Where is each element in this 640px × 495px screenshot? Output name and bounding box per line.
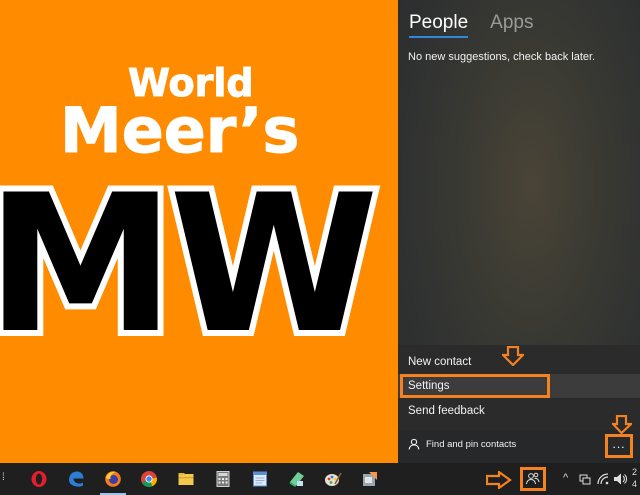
show-hidden-icons-chevron-icon[interactable]: ^ bbox=[563, 472, 568, 484]
chrome-icon[interactable] bbox=[140, 470, 158, 488]
more-options-button[interactable]: ... bbox=[605, 434, 633, 458]
clock-date: 4 bbox=[632, 479, 638, 489]
person-icon bbox=[408, 438, 420, 450]
paint-3d-icon[interactable] bbox=[288, 470, 306, 488]
arrow-down-icon bbox=[502, 346, 524, 366]
find-pin-label: Find and pin contacts bbox=[426, 438, 517, 450]
app-icon[interactable] bbox=[361, 470, 379, 488]
file-explorer-icon[interactable] bbox=[177, 470, 195, 488]
edge-icon[interactable] bbox=[67, 470, 85, 488]
people-icon bbox=[526, 472, 540, 485]
logo-mw-text: MW bbox=[0, 154, 373, 375]
find-pin-contacts[interactable]: Find and pin contacts bbox=[408, 438, 516, 450]
menu-item-send-feedback[interactable]: Send feedback bbox=[398, 399, 640, 423]
network-icon[interactable] bbox=[578, 472, 592, 486]
notepad-icon[interactable] bbox=[251, 470, 269, 488]
people-taskbar-button[interactable] bbox=[520, 467, 546, 491]
settings-highlight-box bbox=[400, 374, 550, 398]
people-tabs: People Apps bbox=[409, 12, 533, 41]
tab-apps[interactable]: Apps bbox=[490, 12, 533, 41]
calculator-icon[interactable] bbox=[214, 470, 232, 488]
meers-world-logo: World Meer’s MW bbox=[0, 61, 385, 382]
taskbar-clock[interactable]: 2 4 bbox=[632, 466, 637, 490]
volume-icon[interactable] bbox=[613, 472, 627, 486]
paint-icon[interactable] bbox=[324, 470, 342, 488]
no-suggestions-message: No new suggestions, check back later. bbox=[408, 51, 596, 63]
tab-people[interactable]: People bbox=[409, 12, 468, 41]
arrow-down-icon bbox=[612, 415, 632, 435]
opera-icon[interactable] bbox=[30, 470, 48, 488]
wifi-icon[interactable] bbox=[596, 472, 610, 486]
firefox-icon[interactable] bbox=[104, 470, 122, 488]
desktop-wallpaper: World Meer’s MW bbox=[0, 0, 398, 463]
arrow-right-icon bbox=[486, 471, 512, 489]
clock-time: 2 bbox=[632, 467, 638, 477]
task-view-edge[interactable]: ⁞ bbox=[2, 472, 5, 483]
